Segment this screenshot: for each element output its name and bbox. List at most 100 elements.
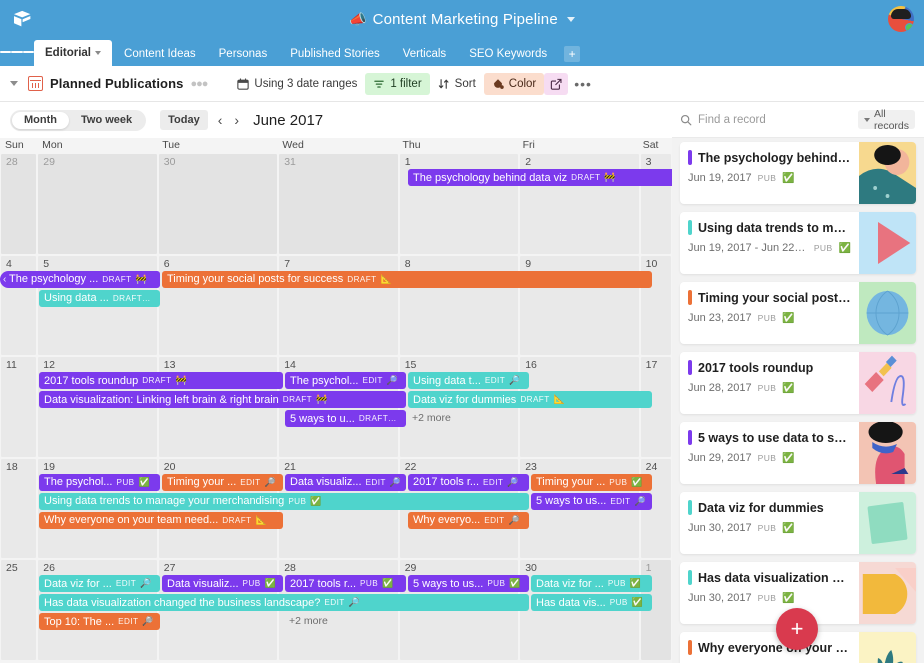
user-avatar[interactable]: [888, 6, 914, 32]
day-number: 13: [164, 359, 176, 371]
event-title: 2017 tools roundup: [44, 375, 138, 387]
calendar-event-chip[interactable]: Data visualiz...EDIT🔎: [285, 474, 406, 491]
day-header-wed: Wed: [278, 138, 398, 154]
calendar-event-chip[interactable]: Using data t...EDIT🔎: [408, 372, 529, 389]
record-color-bar: [688, 430, 692, 445]
calendar-day-cell[interactable]: 30: [159, 154, 277, 254]
color-button[interactable]: Color: [484, 73, 544, 95]
tab-content-ideas[interactable]: Content Ideas: [113, 42, 207, 66]
calendar-event-chip[interactable]: ‹The psychology ...DRAFT🚧: [0, 271, 160, 288]
event-status-icon: 🔎: [509, 515, 520, 526]
share-view-button[interactable]: [544, 73, 568, 95]
calendar-day-cell[interactable]: 25: [1, 560, 36, 660]
range-month-button[interactable]: Month: [12, 112, 69, 129]
range-two-week-button[interactable]: Two week: [69, 112, 144, 129]
chevron-down-icon[interactable]: [95, 51, 101, 55]
calendar-event-chip[interactable]: 5 ways to us...PUB✅: [408, 575, 529, 592]
record-card[interactable]: The psychology behind d...Jun 19, 2017PU…: [680, 142, 916, 204]
calendar-event-chip[interactable]: Top 10: The ...EDIT🔎: [39, 613, 160, 630]
calendar-event-chip[interactable]: Timing your ...PUB✅: [531, 474, 652, 491]
calendar-event-chip[interactable]: Data viz for ...PUB✅: [531, 575, 652, 592]
record-title: Why everyone on your te...: [698, 641, 851, 655]
tab-editorial[interactable]: Editorial: [34, 40, 112, 66]
day-number: 1: [646, 562, 652, 574]
calendar-day-cell[interactable]: 28: [1, 154, 36, 254]
collaborators-icon[interactable]: ●●●: [190, 78, 207, 90]
view-sidebar-caret-icon[interactable]: [10, 81, 18, 86]
calendar-event-chip[interactable]: 2017 tools roundupDRAFT🚧: [39, 372, 283, 389]
tab-verticals[interactable]: Verticals: [392, 42, 457, 66]
document-title: Content Marketing Pipeline: [373, 11, 558, 28]
record-card[interactable]: 2017 tools roundupJun 28, 2017PUB✅: [680, 352, 916, 414]
day-number: 24: [646, 461, 658, 473]
sort-label: Sort: [455, 78, 476, 90]
event-status-badge: PUB: [116, 478, 134, 487]
calendar-event-chip[interactable]: Why everyo...EDIT🔎: [408, 512, 529, 529]
calendar-event-chip[interactable]: Using data ...DRAFT…: [39, 290, 160, 307]
calendar-day-cell[interactable]: 18: [1, 459, 36, 559]
calendar-event-chip[interactable]: Why everyone on your team need...DRAFT📐: [39, 512, 283, 529]
event-title: Timing your ...: [167, 476, 236, 488]
next-month-button[interactable]: ›: [232, 113, 241, 127]
document-title-button[interactable]: 📣 Content Marketing Pipeline: [349, 11, 575, 28]
calendar-weeks: 28293031123The psychology behind data vi…: [0, 154, 672, 662]
record-card[interactable]: Using data trends to man...Jun 19, 2017 …: [680, 212, 916, 274]
previous-month-button[interactable]: ‹: [216, 113, 225, 127]
calendar-event-chip[interactable]: Has data vis...PUB✅: [531, 594, 652, 611]
calendar-event-chip[interactable]: 5 ways to us...EDIT🔎: [531, 493, 652, 510]
calendar-event-chip[interactable]: 2017 tools r...PUB✅: [285, 575, 406, 592]
calendar-event-chip[interactable]: Has data visualization changed the busin…: [39, 594, 529, 611]
tab-seo-keywords[interactable]: SEO Keywords: [458, 42, 558, 66]
calendar-event-chip[interactable]: Timing your ...EDIT🔎: [162, 474, 283, 491]
calendar-event-chip[interactable]: Data viz for dummiesDRAFT📐: [408, 391, 652, 408]
calendar-event-chip[interactable]: 2017 tools r...EDIT🔎: [408, 474, 529, 491]
event-status-badge: EDIT: [116, 579, 136, 588]
sort-button[interactable]: Sort: [430, 73, 484, 95]
tab-personas[interactable]: Personas: [208, 42, 279, 66]
calendar-event-chip[interactable]: The psychology behind data vizDRAFT🚧›: [408, 169, 685, 186]
add-record-button[interactable]: +: [776, 608, 818, 650]
event-status-badge: DRAFT: [142, 376, 171, 385]
calendar-day-cell[interactable]: 29: [38, 154, 156, 254]
day-header-fri: Fri: [519, 138, 639, 154]
calendar-day-cell[interactable]: 31: [279, 154, 397, 254]
record-scope-dropdown[interactable]: All records: [858, 110, 915, 129]
record-list-panel[interactable]: The psychology behind d...Jun 19, 2017PU…: [672, 138, 924, 663]
search-input[interactable]: [698, 114, 852, 126]
filter-button[interactable]: 1 filter: [365, 73, 429, 95]
day-number: 21: [284, 461, 296, 473]
calendar-event-chip[interactable]: The psychol...EDIT🔎: [285, 372, 406, 389]
calendar-event-chip[interactable]: Using data trends to manage your merchan…: [39, 493, 529, 510]
share-external-icon: [550, 78, 562, 90]
calendar-event-chip[interactable]: The psychol...PUB✅: [39, 474, 160, 491]
calendar-event-chip[interactable]: Data visualiz...PUB✅: [162, 575, 283, 592]
calendar-event-chip[interactable]: Data viz for ...EDIT🔎: [39, 575, 160, 592]
today-button[interactable]: Today: [160, 110, 208, 130]
event-status-badge: PUB: [608, 579, 626, 588]
calendar-day-cell[interactable]: 11: [1, 357, 36, 457]
day-number: 10: [646, 258, 658, 270]
record-card[interactable]: 5 ways to use data to sell...Jun 29, 201…: [680, 422, 916, 484]
calendar-event-chip[interactable]: Timing your social posts for successDRAF…: [162, 271, 652, 288]
calendar-week-row: 111213141516172017 tools roundupDRAFT🚧Th…: [0, 357, 672, 459]
day-number: 7: [284, 258, 290, 270]
record-thumbnail: [859, 492, 916, 554]
avatar-hair: [891, 9, 911, 19]
tab-published-stories[interactable]: Published Stories: [279, 42, 391, 66]
day-number: 28: [6, 156, 18, 168]
more-options-button[interactable]: •••: [568, 77, 598, 91]
record-meta-row: Jun 28, 2017PUB✅: [688, 382, 851, 394]
record-card[interactable]: Data viz for dummiesJun 30, 2017PUB✅: [680, 492, 916, 554]
calendar-event-chip[interactable]: 5 ways to u...DRAFT…: [285, 410, 406, 427]
record-meta-row: Jun 19, 2017 - Jun 22, 2...PUB✅: [688, 242, 851, 254]
sidebar-toggle-icon[interactable]: [0, 38, 34, 66]
event-status-icon: ✅: [139, 477, 150, 488]
record-check-icon: ✅: [782, 173, 794, 184]
event-status-icon: 🚧: [136, 274, 147, 285]
record-card[interactable]: Timing your social posts ...Jun 23, 2017…: [680, 282, 916, 344]
add-table-button[interactable]: +: [564, 46, 580, 62]
app-logo[interactable]: [0, 0, 46, 38]
date-ranges-button[interactable]: Using 3 date ranges: [229, 73, 365, 95]
view-name[interactable]: Planned Publications: [50, 76, 183, 91]
calendar-event-chip[interactable]: Data visualization: Linking left brain &…: [39, 391, 406, 408]
